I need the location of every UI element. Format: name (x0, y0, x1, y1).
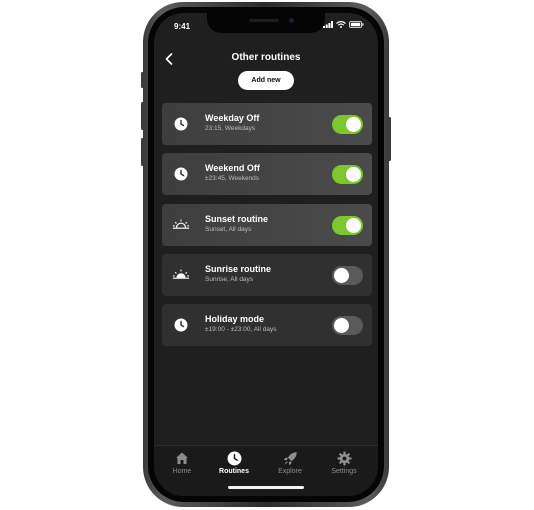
status-time: 9:41 (174, 22, 191, 31)
nav-item-settings[interactable]: Settings (316, 450, 372, 480)
routine-schedule: Sunset, All days (205, 226, 252, 233)
routine-item-sunrise-routine[interactable]: Sunrise routine Sunrise, All days (162, 254, 372, 296)
routine-item-weekday-off[interactable]: Weekday Off 23:15, Weekdays (162, 103, 372, 145)
stage: 9:41 Other routines Add new Weekday Off … (0, 0, 534, 510)
routine-title: Weekday Off (205, 113, 260, 123)
front-camera (289, 18, 294, 23)
routine-title: Holiday mode (205, 314, 265, 324)
speaker-grille (249, 19, 279, 22)
sunrise-icon (172, 266, 190, 284)
routine-toggle[interactable] (332, 216, 363, 235)
phone-notch (207, 13, 325, 33)
phone-frame: 9:41 Other routines Add new Weekday Off … (141, 2, 391, 507)
status-icons (323, 21, 364, 28)
nav-label: Routines (219, 468, 249, 475)
routine-item-holiday-mode[interactable]: Holiday mode ±19:00 - ±23:00, All days (162, 304, 372, 346)
home-indicator (228, 486, 304, 489)
routine-toggle[interactable] (332, 266, 363, 285)
nav-label: Settings (331, 468, 357, 475)
phone-volume-up (141, 102, 144, 130)
toggle-knob (334, 268, 349, 283)
nav-item-routines[interactable]: Routines (206, 450, 262, 480)
clock-icon (172, 165, 190, 183)
nav-item-home[interactable]: Home (154, 450, 210, 480)
bottom-nav: Home Routines Explore Settings (154, 445, 378, 496)
phone-power-button (388, 117, 391, 161)
routine-item-weekend-off[interactable]: Weekend Off ±23:45, Weekends (162, 153, 372, 195)
battery-icon (349, 21, 364, 28)
gear-icon (336, 450, 352, 466)
sunset-icon (172, 216, 190, 234)
toggle-knob (334, 318, 349, 333)
nav-item-explore[interactable]: Explore (262, 450, 318, 480)
routine-schedule: Sunrise, All days (205, 276, 254, 283)
rocket-icon (282, 450, 298, 466)
routine-schedule: ±19:00 - ±23:00, All days (205, 326, 277, 333)
nav-label: Home (172, 468, 192, 475)
wifi-icon (336, 21, 346, 28)
routine-schedule: 23:15, Weekdays (205, 125, 256, 132)
phone-volume-down (141, 138, 144, 166)
toggle-knob (346, 117, 361, 132)
toggle-knob (346, 218, 361, 233)
page-title: Other routines (231, 52, 301, 63)
cellular-signal-icon (323, 21, 333, 28)
clock-icon (172, 115, 190, 133)
app-screen: 9:41 Other routines Add new Weekday Off … (154, 13, 378, 496)
nav-label: Explore (278, 468, 302, 475)
clock-icon (226, 450, 242, 466)
add-new-button[interactable]: Add new (238, 71, 294, 90)
routine-toggle[interactable] (332, 316, 363, 335)
clock-icon (172, 316, 190, 334)
routine-title: Sunset routine (205, 214, 269, 224)
routine-toggle[interactable] (332, 165, 363, 184)
routine-schedule: ±23:45, Weekends (205, 175, 260, 182)
routine-title: Weekend Off (205, 163, 260, 173)
routine-item-sunset-routine[interactable]: Sunset routine Sunset, All days (162, 204, 372, 246)
toggle-knob (346, 167, 361, 182)
house-icon (174, 450, 190, 466)
routine-toggle[interactable] (332, 115, 363, 134)
routine-title: Sunrise routine (205, 264, 272, 274)
phone-silent-switch (141, 72, 144, 88)
